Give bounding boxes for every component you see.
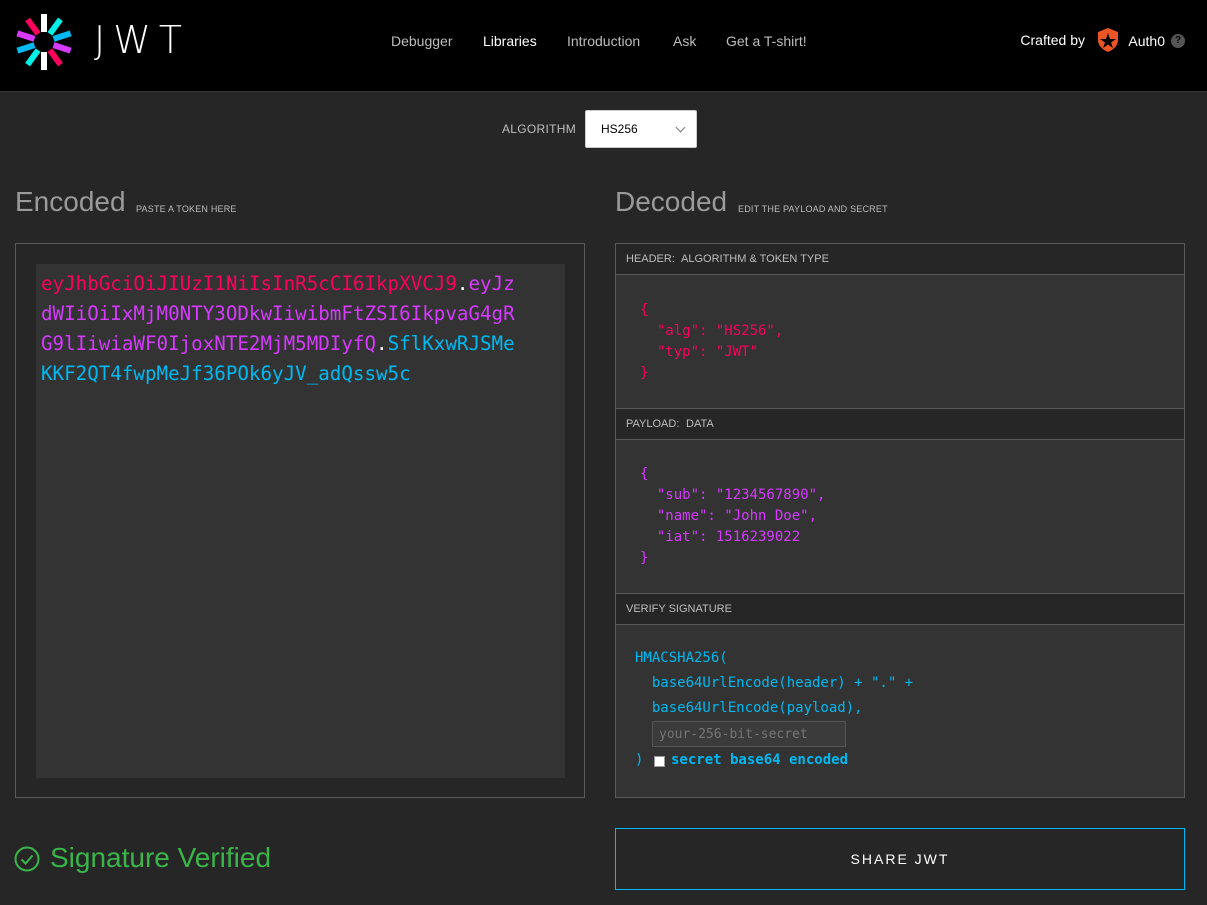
code-line: "name": "John Doe", — [640, 508, 818, 524]
payload-section-head: PAYLOAD: DATA — [616, 408, 1184, 440]
encoded-title: Encoded — [15, 186, 126, 217]
nav-ask[interactable]: Ask — [673, 33, 696, 49]
header-json-editor[interactable]: { "alg": "HS256", "typ": "JWT"} — [640, 300, 783, 384]
code-line: "sub": "1234567890", — [640, 487, 826, 503]
auth0-brand: Auth0 — [1128, 33, 1165, 49]
base64-checkbox-label[interactable]: secret base64 encoded — [671, 752, 848, 768]
code-line: "iat": 1516239022 — [640, 529, 801, 545]
code-line: } — [640, 365, 649, 381]
code-line: } — [640, 550, 649, 566]
payload-section-desc: DATA — [686, 418, 714, 430]
secret-input[interactable] — [652, 721, 846, 747]
help-icon[interactable]: ? — [1171, 34, 1185, 48]
algorithm-value: HS256 — [601, 122, 638, 136]
nav-introduction[interactable]: Introduction — [567, 33, 640, 49]
token-dot: . — [376, 332, 388, 355]
code-line: { — [640, 302, 649, 318]
decoded-title: Decoded — [615, 186, 728, 217]
encoded-panel: eyJhbGciOiJIUzI1NiIsInR5cCI6IkpXVCJ9.eyJ… — [15, 243, 585, 798]
header-section-desc: ALGORITHM & TOKEN TYPE — [681, 253, 829, 265]
token-header-part: eyJhbGciOiJIUzI1NiIsInR5cCI6IkpXVCJ9 — [41, 272, 457, 295]
token-dot: . — [456, 272, 469, 295]
signature-section-head: VERIFY SIGNATURE — [616, 593, 1184, 625]
payload-json-editor[interactable]: { "sub": "1234567890", "name": "John Doe… — [640, 464, 825, 569]
header-section-label: HEADER: — [626, 253, 675, 265]
algorithm-label: ALGORITHM — [502, 122, 577, 136]
code-line: base64UrlEncode(header) + "." + — [635, 675, 914, 691]
crafted-by[interactable]: Crafted by Auth0 ? — [1015, 28, 1185, 58]
encoded-subtitle: PASTE A TOKEN HERE — [136, 204, 237, 214]
crafted-by-label: Crafted by — [1020, 32, 1085, 48]
nav-debugger[interactable]: Debugger — [391, 33, 453, 49]
code-line: { — [640, 466, 649, 482]
nav-libraries[interactable]: Libraries — [483, 33, 537, 49]
algorithm-select[interactable]: HS256 — [585, 110, 697, 148]
logo-text[interactable]: JWT — [94, 18, 190, 62]
check-circle-icon — [14, 846, 40, 872]
encoded-token: eyJhbGciOiJIUzI1NiIsInR5cCI6IkpXVCJ9.eyJ… — [41, 269, 526, 389]
header-section-head: HEADER: ALGORITHM & TOKEN TYPE — [616, 244, 1184, 275]
nav-get-tshirt[interactable]: Get a T-shirt! — [726, 33, 807, 49]
code-line: HMACSHA256( — [635, 650, 728, 666]
token-textarea[interactable]: eyJhbGciOiJIUzI1NiIsInR5cCI6IkpXVCJ9.eyJ… — [36, 264, 565, 778]
chevron-down-icon — [675, 122, 686, 133]
decoded-subtitle: EDIT THE PAYLOAD AND SECRET — [738, 204, 888, 214]
jwt-logo-icon[interactable] — [14, 12, 74, 72]
signature-verified-text: Signature Verified — [50, 842, 272, 873]
code-line: "typ": "JWT" — [640, 344, 759, 360]
decoded-panel: HEADER: ALGORITHM & TOKEN TYPE { "alg": … — [615, 243, 1185, 798]
signature-section-label: VERIFY SIGNATURE — [626, 603, 732, 615]
signature-code: HMACSHA256( base64UrlEncode(header) + ".… — [635, 646, 913, 721]
code-line: base64UrlEncode(payload), — [635, 700, 863, 716]
code-line: "alg": "HS256", — [640, 323, 784, 339]
payload-section-label: PAYLOAD: — [626, 418, 680, 430]
close-paren: ) — [635, 752, 644, 768]
share-jwt-button[interactable]: SHARE JWT — [615, 828, 1185, 890]
base64-checkbox[interactable] — [654, 756, 665, 767]
top-navbar: JWT Debugger Libraries Introduction Ask … — [0, 0, 1207, 92]
auth0-logo-icon — [1098, 28, 1118, 52]
